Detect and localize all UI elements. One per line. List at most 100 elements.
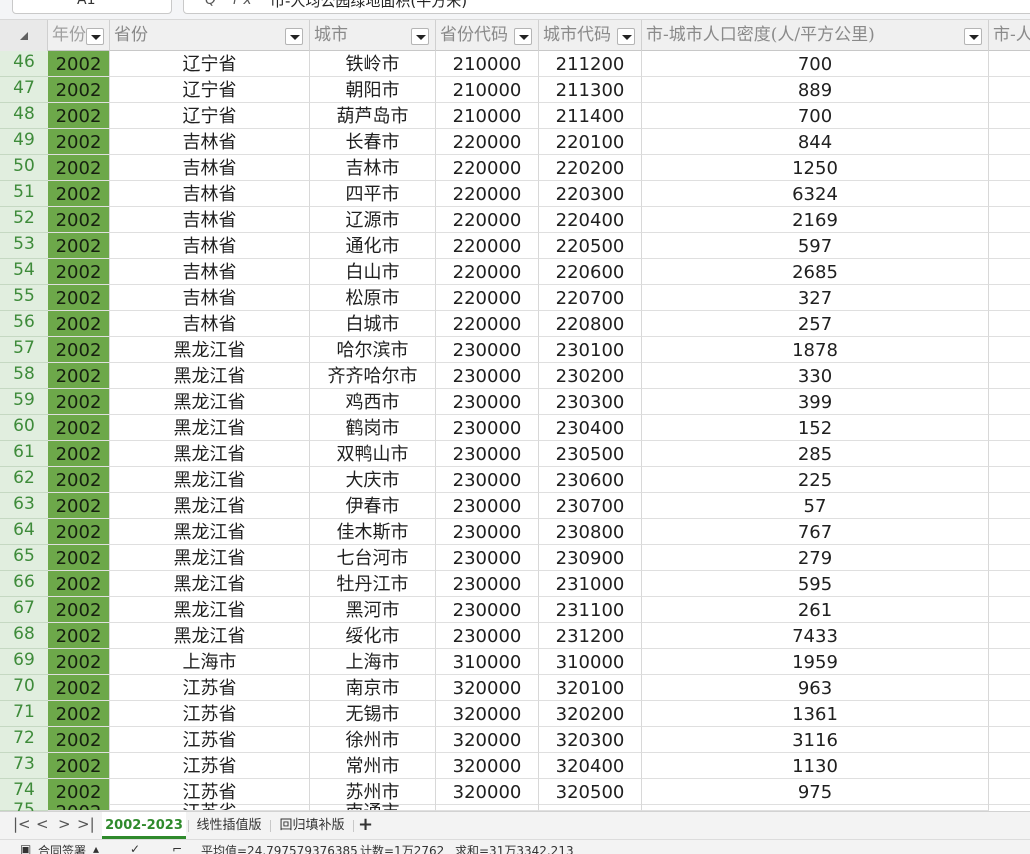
cell-province-code[interactable]: 310000 xyxy=(436,649,539,675)
cell-province[interactable]: 黑龙江省 xyxy=(110,337,310,363)
cell-density[interactable]: 225 xyxy=(642,467,989,493)
cell-density[interactable]: 57 xyxy=(642,493,989,519)
cell-next[interactable] xyxy=(989,155,1030,181)
cell-province-code[interactable]: 230000 xyxy=(436,363,539,389)
cell-next[interactable] xyxy=(989,129,1030,155)
cell-next[interactable] xyxy=(989,519,1030,545)
cell-city-code[interactable]: 230600 xyxy=(539,467,642,493)
cell-city[interactable]: 牡丹江市 xyxy=(310,571,436,597)
cell-next[interactable] xyxy=(989,103,1030,129)
cell-density[interactable]: 2685 xyxy=(642,259,989,285)
cell-year[interactable]: 2002 xyxy=(48,753,110,779)
cell-year[interactable]: 2002 xyxy=(48,285,110,311)
cell-province[interactable]: 上海市 xyxy=(110,649,310,675)
cell-density[interactable]: 767 xyxy=(642,519,989,545)
cell-density[interactable]: 327 xyxy=(642,285,989,311)
cell-density[interactable]: 1130 xyxy=(642,753,989,779)
cell-city[interactable]: 长春市 xyxy=(310,129,436,155)
cell-city[interactable]: 大庆市 xyxy=(310,467,436,493)
cell-density[interactable]: 2169 xyxy=(642,207,989,233)
cell-city-code[interactable]: 230500 xyxy=(539,441,642,467)
cell-province[interactable]: 黑龙江省 xyxy=(110,545,310,571)
row-number[interactable]: 70 xyxy=(0,675,48,701)
cell-city[interactable]: 哈尔滨市 xyxy=(310,337,436,363)
cell-density[interactable]: 844 xyxy=(642,129,989,155)
cell-density[interactable]: 597 xyxy=(642,233,989,259)
cell-city-code[interactable]: 220400 xyxy=(539,207,642,233)
cell-density[interactable]: 889 xyxy=(642,77,989,103)
row-number[interactable]: 48 xyxy=(0,103,48,129)
tab-linear-interpolation[interactable]: 线性插值版 xyxy=(190,812,268,839)
cell-province-code[interactable]: 220000 xyxy=(436,259,539,285)
cell-year[interactable]: 2002 xyxy=(48,649,110,675)
cell-density[interactable]: 7433 xyxy=(642,623,989,649)
filter-dropdown-icon[interactable] xyxy=(411,28,429,45)
cell-province-code[interactable]: 220000 xyxy=(436,129,539,155)
cell-year[interactable]: 2002 xyxy=(48,259,110,285)
cell-province[interactable]: 江苏省 xyxy=(110,701,310,727)
cell-next[interactable] xyxy=(989,467,1030,493)
cell-province[interactable]: 江苏省 xyxy=(110,727,310,753)
cell-province[interactable]: 江苏省 xyxy=(110,753,310,779)
cell-city[interactable]: 南京市 xyxy=(310,675,436,701)
cell-year[interactable]: 2002 xyxy=(48,571,110,597)
cell-city[interactable]: 鸡西市 xyxy=(310,389,436,415)
cell-city[interactable]: 白山市 xyxy=(310,259,436,285)
cell-year[interactable]: 2002 xyxy=(48,389,110,415)
cell-province-code[interactable]: 220000 xyxy=(436,233,539,259)
cell-density[interactable]: 399 xyxy=(642,389,989,415)
cell-city[interactable]: 常州市 xyxy=(310,753,436,779)
cell-city[interactable]: 齐齐哈尔市 xyxy=(310,363,436,389)
cell-city-code[interactable]: 230300 xyxy=(539,389,642,415)
cell-city[interactable]: 通化市 xyxy=(310,233,436,259)
row-number[interactable]: 72 xyxy=(0,727,48,753)
row-number[interactable]: 50 xyxy=(0,155,48,181)
row-number[interactable]: 58 xyxy=(0,363,48,389)
cell-province-code[interactable]: 320000 xyxy=(436,727,539,753)
chevron-up-icon[interactable]: ▴ xyxy=(93,842,99,854)
cell-city[interactable]: 上海市 xyxy=(310,649,436,675)
cell-density[interactable]: 261 xyxy=(642,597,989,623)
cell-year[interactable]: 2002 xyxy=(48,129,110,155)
cell-density[interactable] xyxy=(642,799,989,811)
cell-next[interactable] xyxy=(989,415,1030,441)
cell-city-code[interactable]: 220300 xyxy=(539,181,642,207)
cell-province[interactable]: 吉林省 xyxy=(110,181,310,207)
cell-density[interactable]: 700 xyxy=(642,103,989,129)
cell-city[interactable]: 双鸭山市 xyxy=(310,441,436,467)
row-number[interactable]: 56 xyxy=(0,311,48,337)
cell-density[interactable]: 152 xyxy=(642,415,989,441)
cell-city[interactable]: 伊春市 xyxy=(310,493,436,519)
row-number[interactable]: 63 xyxy=(0,493,48,519)
document-icon[interactable]: ▣ xyxy=(20,842,31,854)
cell-next[interactable] xyxy=(989,259,1030,285)
cell-next[interactable] xyxy=(989,51,1030,77)
cell-city-code[interactable]: 320300 xyxy=(539,727,642,753)
cell-province-code[interactable]: 320000 xyxy=(436,675,539,701)
cell-density[interactable]: 330 xyxy=(642,363,989,389)
cell-province-code[interactable]: 230000 xyxy=(436,519,539,545)
tab-2002-2023[interactable]: 2002-2023 xyxy=(102,812,186,839)
fx-icon[interactable]: Q fx xyxy=(205,0,258,8)
cell-city[interactable]: 鹤岗市 xyxy=(310,415,436,441)
cell-next[interactable] xyxy=(989,389,1030,415)
cell-density[interactable]: 1361 xyxy=(642,701,989,727)
cell-province[interactable]: 黑龙江省 xyxy=(110,597,310,623)
cell-city[interactable]: 无锡市 xyxy=(310,701,436,727)
cell-province-code[interactable]: 320000 xyxy=(436,753,539,779)
cell-province-code[interactable]: 230000 xyxy=(436,415,539,441)
cell-density[interactable]: 1959 xyxy=(642,649,989,675)
cell-year[interactable]: 2002 xyxy=(48,675,110,701)
cell-year[interactable]: 2002 xyxy=(48,597,110,623)
name-box[interactable]: A1 xyxy=(12,0,172,14)
row-number[interactable]: 54 xyxy=(0,259,48,285)
cell-province[interactable]: 吉林省 xyxy=(110,233,310,259)
filter-dropdown-icon[interactable] xyxy=(514,28,532,45)
row-number[interactable]: 61 xyxy=(0,441,48,467)
cell-city-code[interactable]: 211200 xyxy=(539,51,642,77)
filter-dropdown-icon[interactable] xyxy=(86,28,104,45)
cell-year[interactable]: 2002 xyxy=(48,623,110,649)
cell-province-code[interactable]: 230000 xyxy=(436,571,539,597)
cell-next[interactable] xyxy=(989,493,1030,519)
cell-province[interactable]: 吉林省 xyxy=(110,207,310,233)
